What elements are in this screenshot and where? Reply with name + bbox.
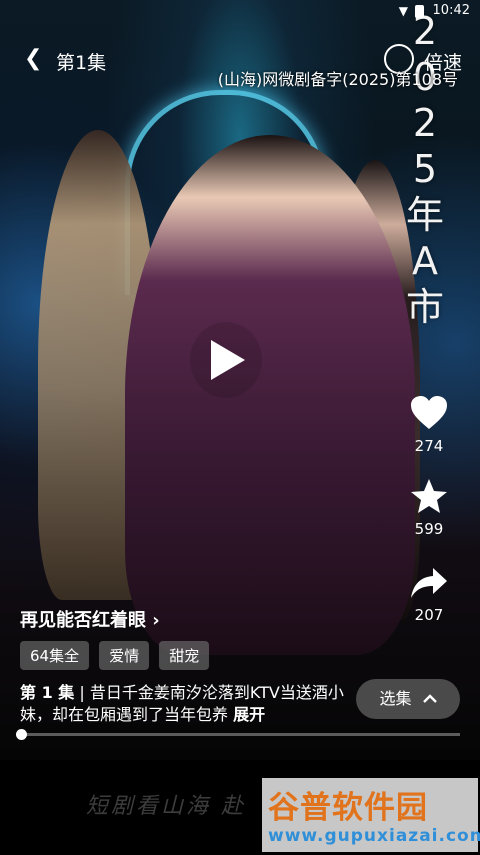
share-count: 207 — [414, 606, 444, 624]
overlay-char: 市 — [405, 285, 444, 329]
tag[interactable]: 64集全 — [20, 641, 90, 670]
tag-list: 64集全 爱情 甜宠 — [20, 641, 214, 670]
bottom-slogan: 短剧看山海 赴 — [86, 794, 246, 819]
battery-icon — [415, 5, 424, 18]
favorite-button[interactable]: 599 — [408, 478, 450, 538]
overlay-char: A — [412, 239, 438, 283]
progress-knob[interactable] — [16, 729, 27, 740]
status-time: 10:42 — [432, 3, 470, 18]
expand-button[interactable]: 展开 — [233, 705, 265, 724]
watermark-title: 谷普软件园 — [268, 790, 428, 826]
show-title: 再见能否红着眼 — [20, 610, 146, 631]
lead-actor-figure — [125, 135, 415, 655]
chevron-right-icon: › — [152, 610, 160, 631]
select-episode-button[interactable]: 选集 — [356, 679, 460, 719]
favorite-count: 599 — [414, 520, 444, 538]
like-count: 274 — [414, 437, 444, 455]
overlay-char: 2 — [412, 101, 438, 145]
wifi-icon: ▼ — [398, 4, 408, 18]
like-button[interactable]: 274 — [408, 395, 450, 455]
show-title-link[interactable]: 再见能否红着眼 › — [20, 606, 160, 632]
tag[interactable]: 甜宠 — [159, 641, 210, 670]
watermark-url: www.gupuxiazai.com — [268, 826, 480, 846]
episode-title: 第1集 — [56, 52, 107, 74]
share-icon — [411, 568, 447, 598]
select-episode-label: 选集 — [379, 689, 412, 708]
share-button[interactable]: 207 — [408, 566, 450, 624]
status-bar: ▼ 10:42 — [0, 0, 480, 24]
license-text: (山海)网微剧备字(2025)第108号 — [217, 70, 458, 89]
overlay-char: 5 — [412, 147, 438, 191]
back-arrow-icon[interactable]: ❮ — [24, 46, 42, 71]
watermark: 谷普软件园 www.gupuxiazai.com — [262, 778, 480, 852]
tag[interactable]: 爱情 — [99, 641, 150, 670]
star-icon — [411, 479, 447, 513]
episode-label: 第 1 集 — [20, 683, 75, 702]
heart-icon — [411, 396, 447, 429]
overlay-char: 年 — [405, 193, 444, 237]
separator: | — [74, 683, 90, 702]
progress-bar[interactable] — [16, 729, 460, 740]
episode-description: 第 1 集 | 昔日千金姜南汐沦落到KTV当送酒小妹，却在包厢遇到了当年包养 展… — [20, 682, 345, 726]
chevron-up-icon — [422, 694, 437, 703]
play-icon[interactable] — [211, 340, 245, 380]
